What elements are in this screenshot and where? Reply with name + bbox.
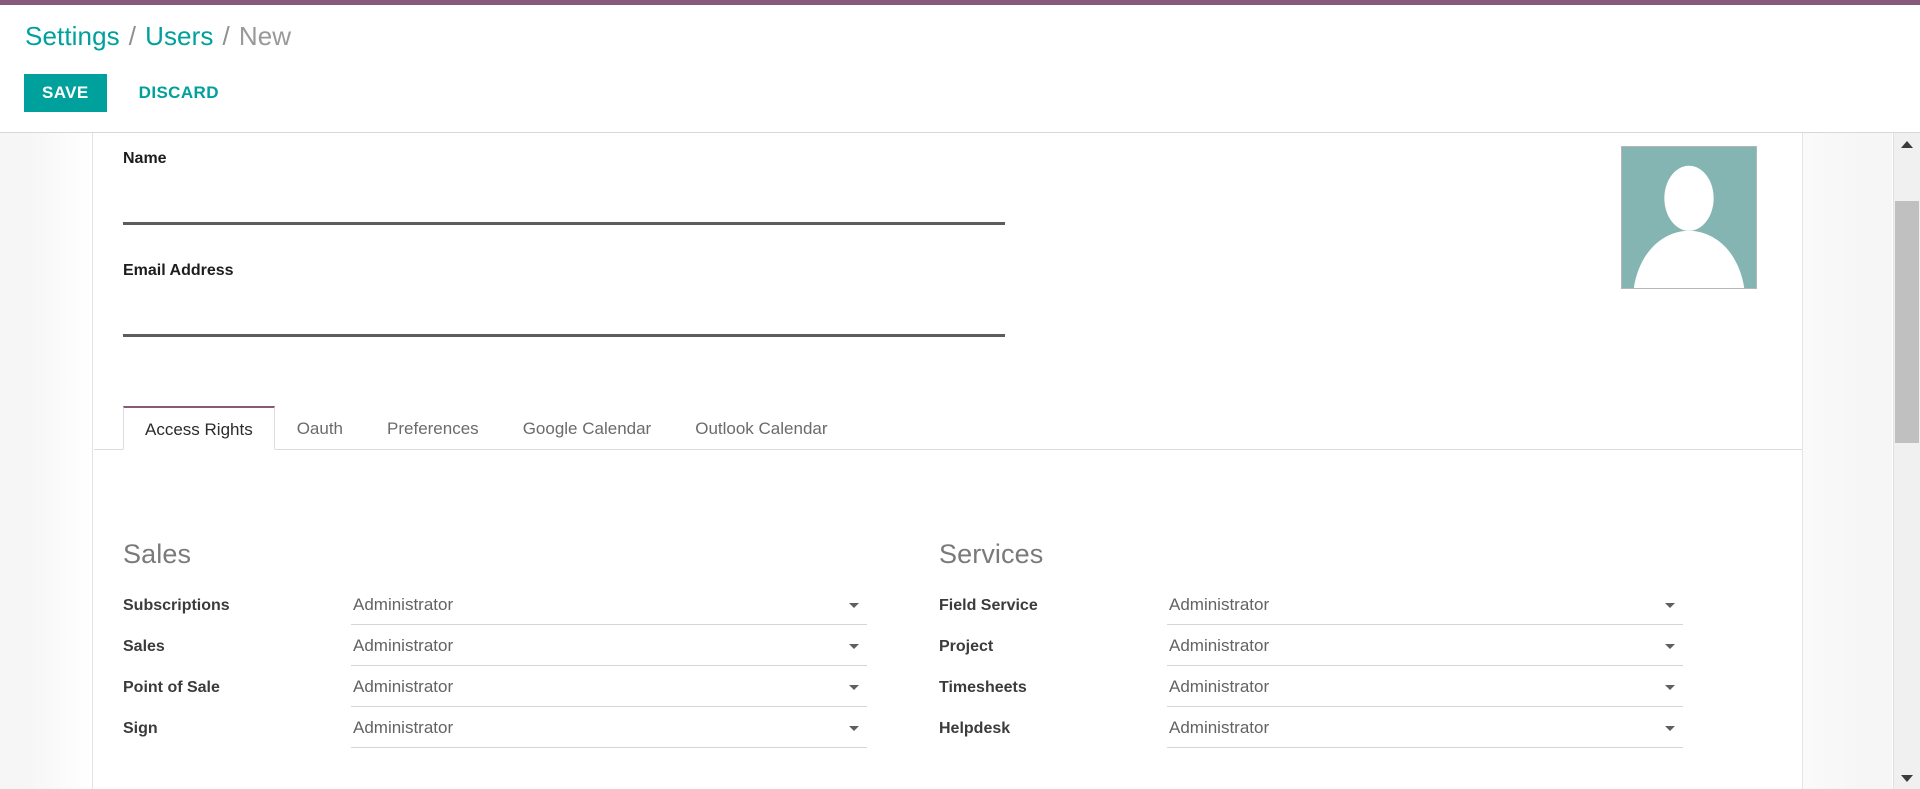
breadcrumb-item-new: New [238,21,292,51]
tab-preferences[interactable]: Preferences [365,406,501,450]
discard-button[interactable]: DISCARD [119,74,239,112]
setting-row-helpdesk: Helpdesk Administrator [939,708,1745,749]
setting-select-sales[interactable]: Administrator [351,628,867,666]
setting-label-project: Project [939,637,994,655]
setting-value-subscriptions: Administrator [353,595,454,614]
top-accent-bar [0,0,1920,5]
scroll-down-button[interactable] [1894,767,1920,789]
setting-value-helpdesk: Administrator [1169,718,1270,737]
chevron-down-icon [1665,644,1675,649]
setting-label-field-service: Field Service [939,596,1038,614]
breadcrumb-separator: / [128,21,137,51]
name-field-group: Name [123,149,1005,225]
form-action-bar: SAVE DISCARD [24,74,239,112]
setting-select-subscriptions[interactable]: Administrator [351,587,867,625]
avatar[interactable] [1621,146,1757,289]
setting-label-helpdesk: Helpdesk [939,719,1011,737]
setting-row-sales: Sales Administrator [123,626,929,667]
setting-label-sign: Sign [123,719,158,737]
setting-select-project[interactable]: Administrator [1167,628,1683,666]
group-services-title: Services [939,539,1044,569]
chevron-down-icon [849,644,859,649]
setting-value-sales: Administrator [353,636,454,655]
breadcrumb-separator: / [222,21,230,51]
chevron-down-icon [849,726,859,731]
setting-select-sign[interactable]: Administrator [351,710,867,748]
name-field-label: Name [123,150,167,167]
name-input[interactable] [123,169,1005,225]
setting-label-timesheets: Timesheets [939,678,1027,696]
vertical-scrollbar[interactable] [1893,133,1920,789]
setting-value-sign: Administrator [353,718,454,737]
tab-outlook-calendar[interactable]: Outlook Calendar [673,406,849,450]
setting-row-subscriptions: Subscriptions Administrator [123,585,929,626]
group-sales: Sales Subscriptions Administrator Sales … [123,537,929,749]
chevron-down-icon [849,603,859,608]
tab-oauth[interactable]: Oauth [275,406,365,450]
scroll-down-arrow-icon [1901,774,1913,782]
setting-value-project: Administrator [1169,636,1270,655]
chevron-down-icon [1665,685,1675,690]
setting-label-point-of-sale: Point of Sale [123,678,220,696]
tab-bar: Access Rights Oauth Preferences Google C… [94,397,1802,450]
save-button[interactable]: SAVE [24,74,107,112]
tab-google-calendar[interactable]: Google Calendar [501,406,674,450]
tab-access-rights[interactable]: Access Rights [123,406,275,450]
setting-row-project: Project Administrator [939,626,1745,667]
page-gutter-right [1802,133,1892,789]
setting-select-field-service[interactable]: Administrator [1167,587,1683,625]
setting-value-point-of-sale: Administrator [353,677,454,696]
access-rights-panel: Sales Subscriptions Administrator Sales … [94,451,1802,789]
email-field-label: Email Address [123,262,234,279]
setting-select-timesheets[interactable]: Administrator [1167,669,1683,707]
setting-label-sales: Sales [123,637,165,655]
chevron-down-icon [1665,726,1675,731]
email-input[interactable] [123,281,1005,337]
breadcrumb: Settings / Users / New [25,19,291,53]
access-rights-grid: Sales Subscriptions Administrator Sales … [94,537,1802,749]
setting-row-field-service: Field Service Administrator [939,585,1745,626]
scroll-up-arrow-icon [1901,140,1913,148]
scrollbar-thumb[interactable] [1895,201,1919,443]
setting-select-point-of-sale[interactable]: Administrator [351,669,867,707]
chevron-down-icon [849,685,859,690]
breadcrumb-item-users[interactable]: Users [145,19,213,53]
form-header-section: Name Email Address Access Rights Oauth P… [94,133,1802,450]
breadcrumb-item-settings[interactable]: Settings [25,19,120,53]
group-sales-title: Sales [123,539,192,569]
scroll-up-button[interactable] [1894,133,1920,155]
setting-value-timesheets: Administrator [1169,677,1270,696]
setting-select-helpdesk[interactable]: Administrator [1167,710,1683,748]
setting-label-subscriptions: Subscriptions [123,596,230,614]
user-silhouette-icon [1622,147,1756,288]
group-services: Services Field Service Administrator Pro… [939,537,1745,749]
page-gutter-left [0,133,93,789]
email-field-group: Email Address [123,261,1005,337]
setting-row-point-of-sale: Point of Sale Administrator [123,667,929,708]
chevron-down-icon [1665,603,1675,608]
setting-row-sign: Sign Administrator [123,708,929,749]
form-sheet: Name Email Address Access Rights Oauth P… [94,133,1802,789]
user-form-page: Settings / Users / New SAVE DISCARD Name… [0,0,1920,789]
setting-value-field-service: Administrator [1169,595,1270,614]
setting-row-timesheets: Timesheets Administrator [939,667,1745,708]
